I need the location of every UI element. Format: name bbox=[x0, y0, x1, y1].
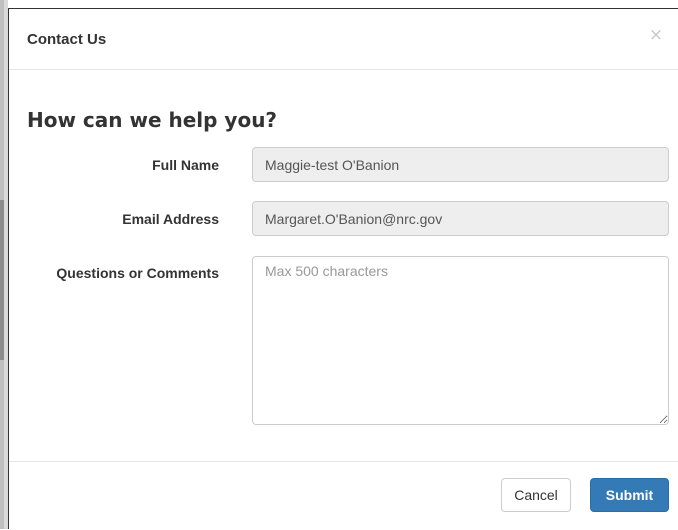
modal-title: Contact Us bbox=[27, 31, 107, 48]
form-heading: How can we help you? bbox=[27, 108, 278, 132]
close-icon[interactable]: × bbox=[646, 25, 666, 45]
cancel-button[interactable]: Cancel bbox=[501, 478, 571, 512]
email-label: Email Address bbox=[122, 211, 219, 227]
background-page-edge bbox=[0, 0, 8, 529]
modal-footer: Cancel Submit bbox=[9, 461, 678, 530]
background-shade-dark bbox=[0, 200, 4, 360]
comments-textarea[interactable] bbox=[252, 256, 669, 425]
submit-button[interactable]: Submit bbox=[590, 478, 669, 512]
comments-label: Questions or Comments bbox=[56, 265, 219, 281]
full-name-field[interactable] bbox=[252, 147, 669, 182]
contact-modal: Contact Us × How can we help you? Full N… bbox=[8, 8, 678, 529]
email-field[interactable] bbox=[252, 201, 669, 236]
modal-header: Contact Us × bbox=[9, 9, 678, 70]
full-name-label: Full Name bbox=[152, 157, 219, 173]
